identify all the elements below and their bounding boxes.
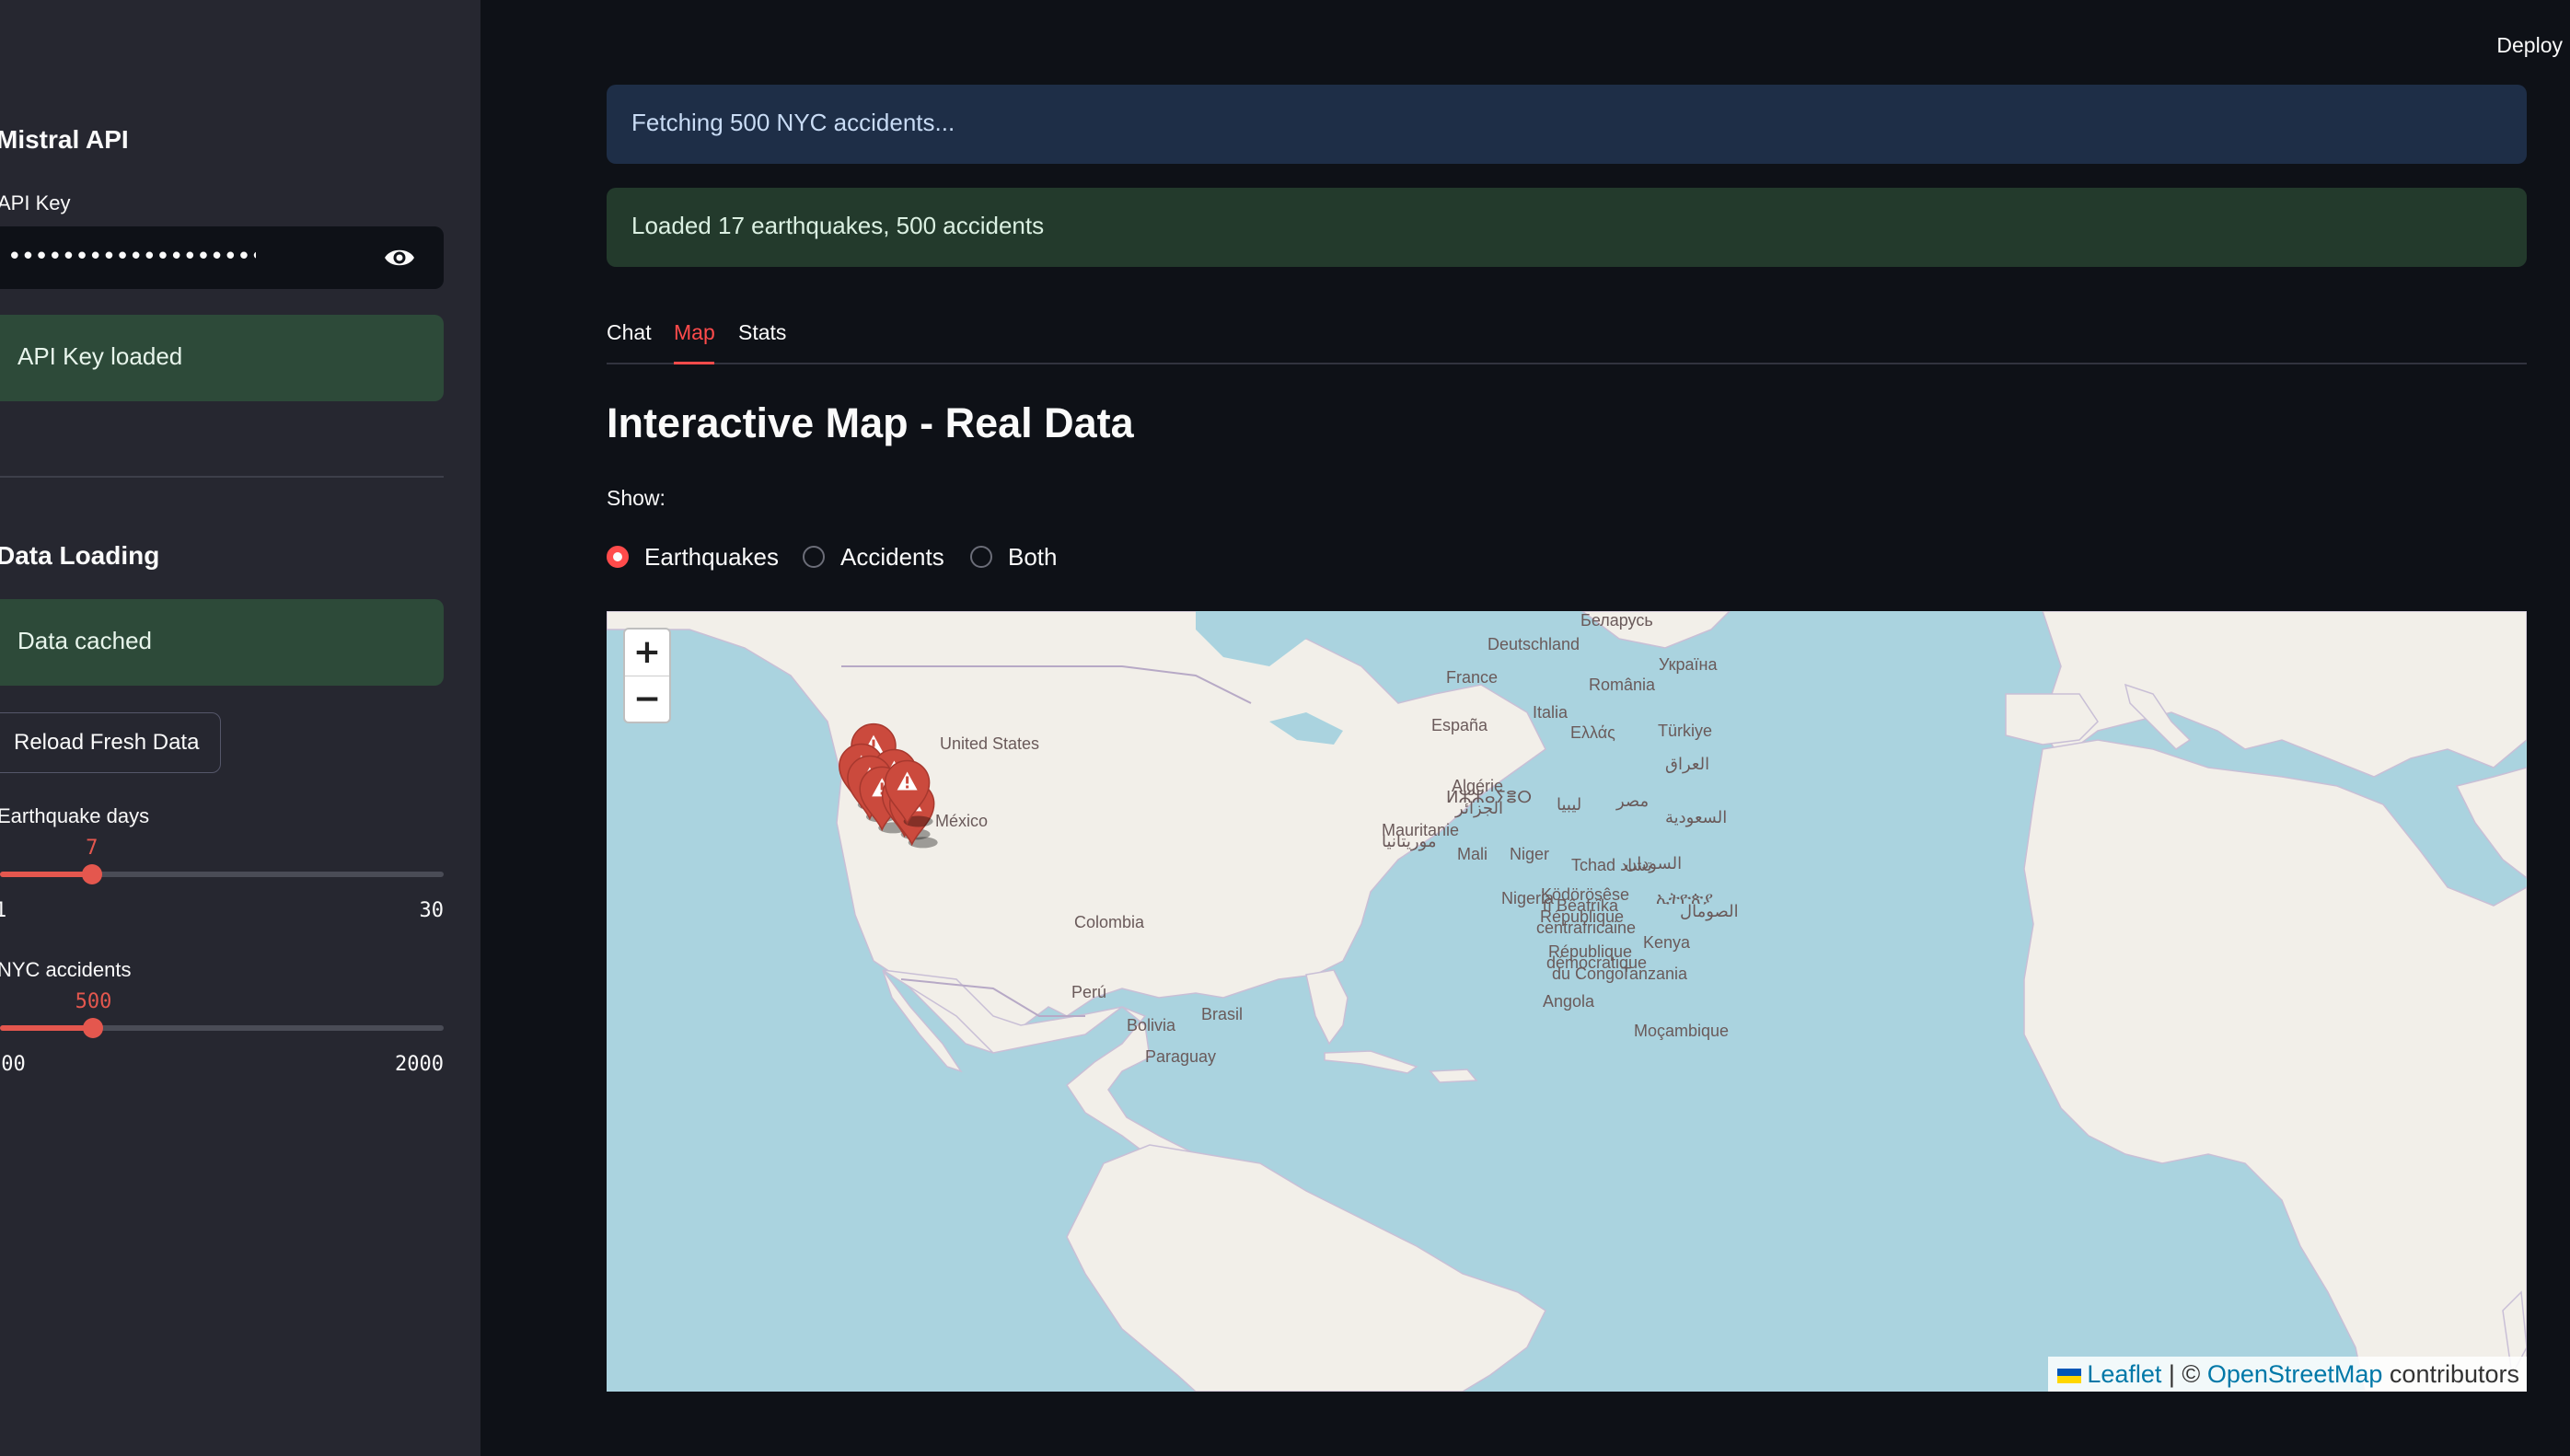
radio-accidents-dot[interactable] xyxy=(803,546,825,568)
leaflet-link[interactable]: Leaflet xyxy=(2087,1360,2161,1388)
tab-bar: Chat Map Stats xyxy=(607,313,2527,364)
api-key-status-alert: API Key loaded xyxy=(0,315,444,401)
zoom-out-button[interactable]: − xyxy=(625,676,669,722)
openstreetmap-link[interactable]: OpenStreetMap xyxy=(2207,1360,2383,1388)
map-label-colombia: Colombia xyxy=(1074,913,1145,931)
map-label-saudi: السعودية xyxy=(1665,808,1728,826)
map-label-somalia: الصومال xyxy=(1680,902,1739,920)
earthquake-days-slider-thumb[interactable] xyxy=(81,864,102,884)
map-label-libya: ليبيا xyxy=(1557,795,1582,814)
info-alert-text: Fetching 500 NYC accidents... xyxy=(631,109,955,136)
leaflet-map[interactable]: Беларусь Deutschland Україна France Româ… xyxy=(607,611,2527,1392)
radio-earthquakes-dot[interactable] xyxy=(607,546,629,568)
success-alert: Loaded 17 earthquakes, 500 accidents xyxy=(607,188,2527,267)
map-label-mauritanie-ar: موريتانيا xyxy=(1382,832,1437,850)
map-label-algerie-ar: الجزائر xyxy=(1455,799,1503,817)
map-label-turkiye: Türkiye xyxy=(1658,722,1713,740)
tab-map[interactable]: Map xyxy=(674,320,715,345)
map-label-kenya: Kenya xyxy=(1643,933,1691,952)
nyc-accidents-min: 100 xyxy=(0,1053,26,1076)
zoom-control: + − xyxy=(623,628,671,723)
earthquake-days-min: 1 xyxy=(0,899,7,922)
map-attribution: Leaflet | © OpenStreetMap contributors xyxy=(2048,1357,2527,1392)
api-key-input[interactable]: •••••••••••••••••••••••••••••••• xyxy=(0,226,444,289)
radio-earthquakes-label: Earthquakes xyxy=(644,543,779,571)
api-key-label: API Key xyxy=(0,191,71,214)
mistral-api-heading: Mistral API xyxy=(0,125,129,154)
map-label-drc-3: du Congo xyxy=(1552,965,1625,983)
map-label-bolivia: Bolivia xyxy=(1127,1016,1176,1034)
nyc-accidents-slider[interactable] xyxy=(0,1018,444,1038)
map-label-peru: Perú xyxy=(1071,983,1107,1001)
warning-icon-dot xyxy=(906,785,909,789)
nyc-accidents-slider-thumb[interactable] xyxy=(83,1018,104,1038)
nyc-accidents-value: 500 xyxy=(75,990,112,1013)
map-label-italia: Italia xyxy=(1533,703,1569,722)
nyc-accidents-label: NYC accidents xyxy=(0,958,132,981)
tab-stats[interactable]: Stats xyxy=(738,320,786,345)
earthquake-days-slider[interactable] xyxy=(0,864,444,884)
api-key-status-text: API Key loaded xyxy=(17,342,183,370)
deploy-button[interactable]: Deploy xyxy=(2496,33,2563,58)
radio-accidents-label: Accidents xyxy=(840,543,944,571)
map-label-mexico: México xyxy=(935,812,989,830)
data-loading-heading: Data Loading xyxy=(0,541,160,570)
map-label-sudan: السودان xyxy=(1625,854,1683,872)
map-label-niger: Niger xyxy=(1510,845,1550,863)
tab-chat[interactable]: Chat xyxy=(607,320,652,345)
attribution-contributors: contributors xyxy=(2382,1360,2519,1388)
show-label: Show: xyxy=(607,486,666,510)
sidebar-divider xyxy=(0,476,444,478)
map-label-ukraine: Україна xyxy=(1659,655,1718,674)
radio-both-dot[interactable] xyxy=(970,546,992,568)
map-label-egypt: مصر xyxy=(1616,792,1650,810)
map-label-united-states: United States xyxy=(940,734,1040,753)
map-label-belarus: Беларусь xyxy=(1580,611,1653,630)
map-label-espana: España xyxy=(1431,716,1488,734)
earthquake-days-slider-fill xyxy=(0,872,92,877)
tab-bar-divider xyxy=(607,363,2527,364)
nyc-accidents-max: 2000 xyxy=(395,1053,444,1076)
info-alert: Fetching 500 NYC accidents... xyxy=(607,85,2527,164)
map-label-romania: România xyxy=(1589,676,1656,694)
attribution-separator: | © xyxy=(2161,1360,2207,1388)
earthquake-days-value: 7 xyxy=(86,837,98,860)
sidebar: Mistral API API Key ••••••••••••••••••••… xyxy=(0,0,480,1456)
map-label-car-4: centrafricaine xyxy=(1536,919,1637,937)
data-cached-text: Data cached xyxy=(17,627,152,654)
map-label-tanzania: Tanzania xyxy=(1621,965,1688,983)
map-label-brasil: Brasil xyxy=(1201,1005,1244,1023)
map-label-ellas: Ελλάς xyxy=(1570,723,1615,742)
warning-icon-bar xyxy=(872,739,875,747)
map-label-angola: Angola xyxy=(1543,992,1595,1011)
map-label-paraguay: Paraguay xyxy=(1145,1047,1217,1066)
warning-icon-bar xyxy=(906,776,909,784)
reload-fresh-data-button[interactable]: Reload Fresh Data xyxy=(0,712,221,773)
map-label-mali: Mali xyxy=(1457,845,1488,863)
earthquake-days-label: Earthquake days xyxy=(0,804,150,827)
nyc-accidents-slider-fill xyxy=(0,1025,94,1031)
map-label-iraq: العراق xyxy=(1665,755,1710,773)
hispaniola-island xyxy=(1429,1069,1478,1083)
zoom-in-button[interactable]: + xyxy=(625,630,669,676)
radio-both-label: Both xyxy=(1008,543,1058,571)
active-tab-indicator xyxy=(674,362,714,364)
map-label-france: France xyxy=(1446,668,1499,687)
ukraine-flag-icon xyxy=(2057,1368,2082,1383)
data-cached-alert: Data cached xyxy=(0,599,444,686)
map-section-title: Interactive Map - Real Data xyxy=(607,399,1134,446)
success-alert-text: Loaded 17 earthquakes, 500 accidents xyxy=(631,212,1045,239)
map-label-mocambique: Moçambique xyxy=(1634,1022,1730,1040)
earthquake-days-max: 30 xyxy=(419,899,445,922)
map-label-deutschland: Deutschland xyxy=(1488,635,1580,653)
api-key-masked-value: •••••••••••••••••••••••••••••••• xyxy=(7,243,256,271)
show-password-eye-icon[interactable] xyxy=(383,245,416,271)
